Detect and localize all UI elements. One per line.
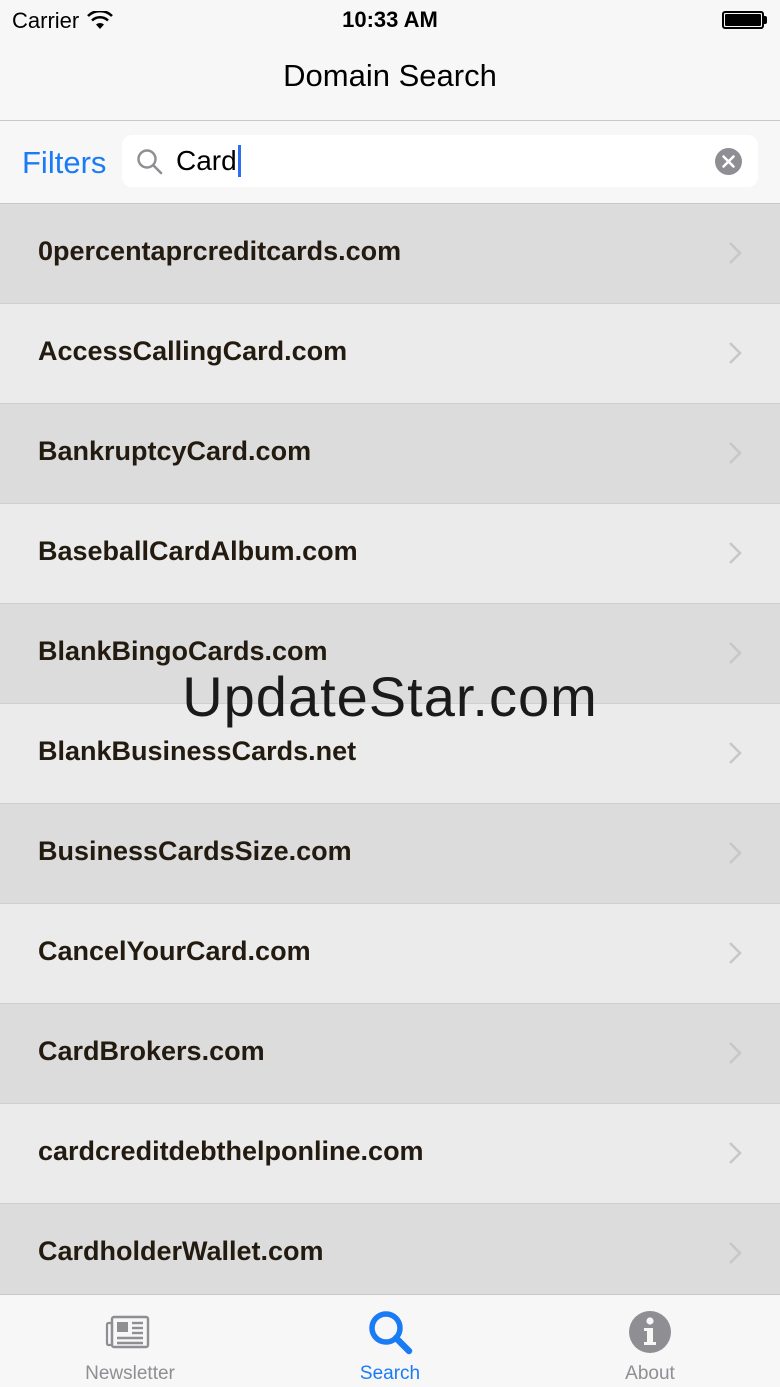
tab-label: Newsletter: [85, 1363, 175, 1384]
battery-icon: [722, 10, 768, 30]
chevron-right-icon: [729, 742, 742, 764]
chevron-right-icon: [729, 342, 742, 364]
domain-name: BlankBusinessCards.net: [38, 736, 357, 766]
domain-row[interactable]: 0percentaprcreditcards.com: [0, 204, 780, 304]
tab-about[interactable]: About: [520, 1295, 780, 1387]
chevron-right-icon: [729, 542, 742, 564]
domain-name: BankruptcyCard.com: [38, 436, 312, 466]
domain-name: cardcreditdebthelponline.com: [38, 1136, 424, 1166]
domain-name: 0percentaprcreditcards.com: [38, 236, 402, 266]
chevron-right-icon: [729, 942, 742, 964]
chevron-right-icon: [729, 1242, 742, 1264]
search-bar: Filters Card: [0, 121, 780, 203]
page-title: Domain Search: [283, 58, 497, 93]
domain-row[interactable]: AccessCallingCard.com: [0, 304, 780, 404]
chevron-right-icon: [729, 1042, 742, 1064]
domain-name: CardholderWallet.com: [38, 1236, 324, 1266]
tab-search[interactable]: Search: [260, 1295, 520, 1387]
domain-name: BusinessCardsSize.com: [38, 836, 352, 866]
tab-label: About: [625, 1363, 675, 1384]
clock: 10:33 AM: [342, 7, 438, 32]
domain-row[interactable]: CardholderWallet.com: [0, 1204, 780, 1294]
domain-name: BlankBingoCards.com: [38, 636, 328, 666]
newspaper-icon: [105, 1315, 150, 1349]
search-input[interactable]: Card: [122, 135, 758, 187]
domain-row[interactable]: BaseballCardAlbum.com: [0, 504, 780, 604]
chevron-right-icon: [729, 642, 742, 664]
domain-row[interactable]: BusinessCardsSize.com: [0, 804, 780, 904]
domain-name: BaseballCardAlbum.com: [38, 536, 358, 566]
search-icon: [369, 1311, 413, 1355]
tab-label: Search: [359, 1363, 421, 1384]
domain-row[interactable]: CardBrokers.com: [0, 1004, 780, 1104]
info-icon: [629, 1311, 671, 1353]
search-query[interactable]: Card: [176, 145, 241, 177]
filters-button[interactable]: Filters: [22, 145, 106, 181]
chevron-right-icon: [729, 242, 742, 264]
domain-name: CancelYourCard.com: [38, 936, 311, 966]
domain-name: CardBrokers.com: [38, 1036, 265, 1066]
domain-row[interactable]: CancelYourCard.com: [0, 904, 780, 1004]
screen: Carrier 10:33 AM Domain Search Filters C…: [0, 0, 780, 1387]
domain-name: AccessCallingCard.com: [38, 336, 348, 366]
domain-results-list: 0percentaprcreditcards.com AccessCalling…: [0, 204, 780, 1294]
status-bar: Carrier 10:33 AM: [0, 0, 780, 40]
tab-bar: Newsletter Search About: [0, 1294, 780, 1387]
text-caret: [237, 145, 241, 177]
search-query-text: Card: [176, 145, 237, 176]
chevron-right-icon: [729, 442, 742, 464]
domain-row[interactable]: cardcreditdebthelponline.com: [0, 1104, 780, 1204]
domain-row[interactable]: BankruptcyCard.com: [0, 404, 780, 504]
chevron-right-icon: [729, 1142, 742, 1164]
chevron-right-icon: [729, 842, 742, 864]
clear-search-icon[interactable]: [715, 148, 742, 175]
search-icon: [137, 149, 163, 175]
domain-row[interactable]: BlankBusinessCards.net: [0, 704, 780, 804]
tab-newsletter[interactable]: Newsletter: [0, 1295, 260, 1387]
domain-row[interactable]: BlankBingoCards.com: [0, 604, 780, 704]
